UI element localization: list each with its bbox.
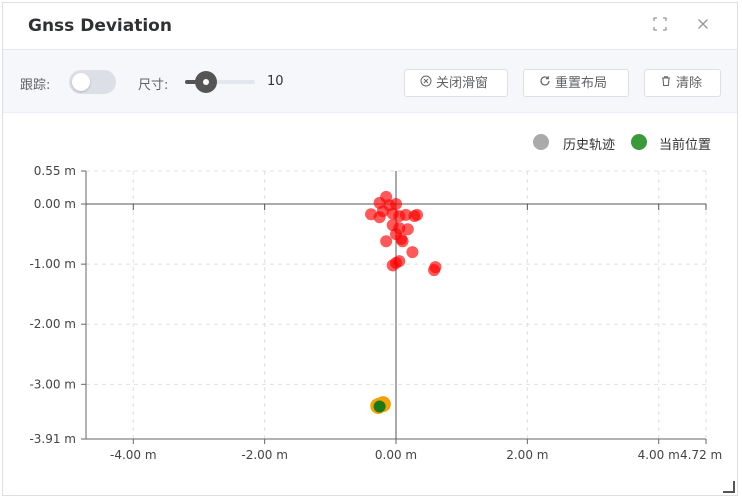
reset-layout-label: 重置布局 bbox=[555, 76, 608, 91]
x-tick-label: 4.00 m bbox=[638, 448, 680, 462]
deviation-scatter-plot: -4.00 m -2.00 m 0.00 m 2.00 m 4.00 m 4.72 m 0.… bbox=[29, 164, 722, 462]
close-icon[interactable] bbox=[694, 16, 712, 34]
trash-icon bbox=[659, 70, 673, 96]
history-point bbox=[428, 264, 441, 277]
clear-label: 清除 bbox=[676, 76, 703, 91]
y-tick-label: -2.00 m bbox=[29, 317, 76, 331]
title-bar: Gnss Deviation bbox=[3, 3, 737, 50]
gnss-deviation-window: Gnss Deviation 跟踪: 尺寸: 10 关闭滑窗 重置布局 清除 历… bbox=[2, 2, 738, 496]
size-slider-handle[interactable] bbox=[195, 71, 217, 93]
history-point bbox=[411, 208, 424, 221]
x-tick-label: 0.00 m bbox=[375, 448, 417, 462]
resize-handle[interactable] bbox=[723, 481, 735, 493]
track-toggle[interactable] bbox=[69, 70, 116, 94]
window-title: Gnss Deviation bbox=[28, 16, 172, 36]
x-tick-label: -2.00 m bbox=[241, 448, 288, 462]
y-tick-label: 0.00 m bbox=[34, 197, 76, 211]
clear-button[interactable]: 清除 bbox=[644, 69, 721, 97]
chart-area: 历史轨迹 当前位置 -4.00 m -2.00 m 0.00 m 2.00 m 4.00… bbox=[3, 113, 739, 497]
reset-layout-button[interactable]: 重置布局 bbox=[523, 69, 629, 97]
track-label: 跟踪: bbox=[20, 78, 51, 93]
y-tick-label: -1.00 m bbox=[29, 257, 76, 271]
size-slider[interactable] bbox=[185, 71, 255, 93]
history-point bbox=[380, 235, 393, 248]
y-tick-label: -3.00 m bbox=[29, 377, 76, 391]
y-tick-label: 0.55 m bbox=[34, 164, 76, 178]
size-label: 尺寸: bbox=[138, 78, 169, 93]
refresh-icon bbox=[538, 70, 552, 96]
x-tick-label: 2.00 m bbox=[506, 448, 548, 462]
track-toggle-knob bbox=[72, 73, 90, 91]
history-point bbox=[406, 246, 419, 259]
toolbar: 跟踪: 尺寸: 10 关闭滑窗 重置布局 清除 bbox=[3, 50, 737, 113]
close-sliding-window-button[interactable]: 关闭滑窗 bbox=[404, 69, 508, 97]
x-tick-label: -4.00 m bbox=[110, 448, 157, 462]
close-circle-icon bbox=[419, 70, 433, 96]
y-tick-label: -3.91 m bbox=[29, 432, 76, 446]
history-point bbox=[373, 211, 386, 224]
current-position-point bbox=[373, 400, 386, 413]
size-value: 10 bbox=[267, 74, 284, 89]
close-sliding-window-label: 关闭滑窗 bbox=[436, 76, 489, 91]
history-point bbox=[396, 235, 409, 248]
fullscreen-icon[interactable] bbox=[651, 16, 669, 34]
history-point bbox=[386, 259, 399, 272]
x-tick-label: 4.72 m bbox=[680, 448, 722, 462]
